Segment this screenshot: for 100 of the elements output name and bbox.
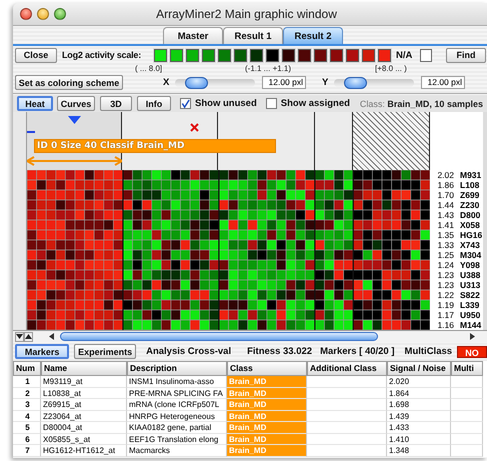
table-cell: 1.433: [387, 422, 451, 434]
tab[interactable]: Result 1: [223, 27, 283, 44]
table-cell: PRE-MRNA SPLICING FA: [127, 388, 227, 399]
table-cell: 3: [13, 399, 41, 410]
color-swatch[interactable]: [298, 48, 311, 62]
column-header[interactable]: Name: [41, 361, 127, 376]
checkbox[interactable]: [180, 98, 191, 109]
row-score: 1.19: [436, 300, 454, 310]
row-name: L339: [460, 300, 480, 310]
table-cell: KIAA0182 gene, partial: [127, 422, 227, 434]
column-header[interactable]: Multi: [451, 361, 483, 376]
color-swatch[interactable]: [378, 48, 391, 62]
table-cell: HG1612-HT1612_at: [41, 445, 127, 456]
class-tag: Brain_MD: [227, 445, 307, 456]
row-score: 1.33: [436, 240, 454, 250]
close-button[interactable]: Close: [15, 48, 57, 62]
axis-label: Y: [322, 77, 330, 88]
column-header[interactable]: Signal / Noise: [387, 361, 451, 376]
slider-thumb[interactable]: [344, 76, 368, 88]
color-swatch[interactable]: [266, 48, 279, 62]
row-name: M304: [460, 250, 482, 260]
table-cell: 1.439: [387, 410, 451, 422]
na-color-swatch[interactable]: [420, 48, 432, 62]
color-swatch[interactable]: [234, 48, 247, 62]
row-name: X058: [460, 220, 480, 230]
row-name: U388: [460, 270, 480, 280]
row-score: 1.41: [436, 220, 454, 230]
table-cell: L10838_at: [41, 388, 127, 399]
view-button[interactable]: 3D: [100, 96, 132, 111]
slider-thumb[interactable]: [185, 76, 208, 88]
zoom-window-icon[interactable]: [54, 8, 66, 20]
table-cell: 1.410: [387, 434, 451, 445]
table-cell: 1.864: [387, 388, 451, 399]
stat-label: Analysis Cross-val: [146, 346, 232, 357]
class-tag: Brain_MD: [227, 399, 307, 410]
checkbox[interactable]: [266, 98, 277, 109]
color-swatch[interactable]: [186, 48, 199, 62]
column-header[interactable]: Num: [13, 361, 41, 376]
tab[interactable]: Master: [163, 27, 223, 44]
color-swatch[interactable]: [250, 48, 263, 62]
table-cell: 1: [13, 376, 41, 388]
table-cell: HNRPG Heterogeneous: [127, 410, 227, 422]
color-swatch[interactable]: [154, 48, 167, 62]
panel-tab[interactable]: Experiments: [74, 344, 136, 359]
column-header[interactable]: Class: [227, 361, 307, 376]
value-field[interactable]: 12.00 pxl: [262, 76, 306, 89]
color-swatch[interactable]: [170, 48, 183, 62]
table-cell: mRNA (clone ICRFp507L: [127, 399, 227, 410]
set-coloring-button[interactable]: Set as coloring scheme: [15, 75, 123, 90]
table-cell: Z23064_at: [41, 410, 127, 422]
row-score: 1.16: [436, 320, 454, 330]
empty-cell: [451, 388, 483, 399]
tab[interactable]: Result 2: [283, 27, 343, 44]
view-button[interactable]: Curves: [57, 96, 95, 111]
color-swatch[interactable]: [314, 48, 327, 62]
checkbox-label: Show unused: [195, 98, 257, 109]
color-swatch[interactable]: [282, 48, 295, 62]
color-swatch[interactable]: [346, 48, 359, 62]
table-cell: D80004_at: [41, 422, 127, 434]
empty-cell: [451, 399, 483, 410]
stat-label: Markers [ 40/20 ]: [320, 346, 395, 357]
empty-cell: [451, 445, 483, 456]
find-button[interactable]: Find: [446, 48, 486, 62]
multiclass-label: MultiClass: [404, 346, 452, 357]
double-arrow-icon: [27, 156, 122, 166]
close-window-icon[interactable]: [20, 8, 32, 20]
row-score: 2.02: [436, 170, 454, 180]
table-cell: Z69915_at: [41, 399, 127, 410]
row-name: Z230: [460, 200, 480, 210]
color-swatch[interactable]: [202, 48, 215, 62]
cluster-label: ID 0 Size 40 Classif Brain_MD: [34, 139, 276, 153]
view-button[interactable]: Info: [137, 96, 171, 111]
range-label: [+8.0 ... ): [375, 64, 407, 73]
row-score: 1.35: [436, 230, 454, 240]
row-name: S822: [460, 290, 480, 300]
row-score: 1.70: [436, 190, 454, 200]
range-label: ( ... 8.0]: [135, 64, 164, 73]
table-cell: Macmarcks: [127, 445, 227, 456]
column-header[interactable]: Description: [127, 361, 227, 376]
right-arrow-icon: [470, 333, 475, 340]
row-name: Z699: [460, 190, 480, 200]
panel-tab[interactable]: Markers: [15, 344, 70, 359]
row-score: 1.44: [436, 200, 454, 210]
empty-cell: [451, 410, 483, 422]
minimize-window-icon[interactable]: [37, 8, 49, 20]
scroll-bar[interactable]: [483, 112, 487, 330]
color-swatch[interactable]: [330, 48, 343, 62]
color-swatch[interactable]: [218, 48, 231, 62]
value-field[interactable]: 12.00 pxl: [421, 76, 465, 89]
view-button[interactable]: Heat: [17, 96, 53, 111]
table-cell: 1.698: [387, 399, 451, 410]
color-swatch[interactable]: [362, 48, 375, 62]
scroll-thumb[interactable]: [60, 332, 378, 341]
table-cell: 4: [13, 410, 41, 422]
column-header[interactable]: Additional Class: [307, 361, 387, 376]
table-cell: 2.020: [387, 376, 451, 388]
class-tag: Brain_MD: [227, 410, 307, 422]
row-name: U950: [460, 310, 480, 320]
scale-label: Log2 activity scale:: [62, 50, 142, 60]
class-info: Class: Brain_MD, 10 samples: [360, 98, 483, 108]
